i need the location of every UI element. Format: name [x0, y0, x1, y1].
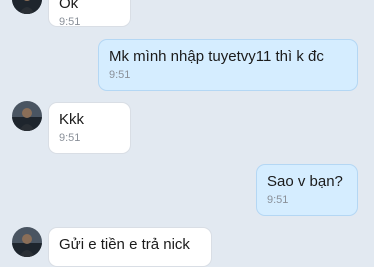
message-time: 9:51 — [109, 69, 131, 81]
contact-avatar-icon — [12, 0, 42, 14]
message-text: Sao v bạn? — [267, 173, 343, 190]
contact-avatar[interactable] — [12, 0, 42, 14]
message-bubble[interactable]: Gửi e tiền e trả nick — [48, 227, 212, 267]
message-time: 9:51 — [59, 132, 81, 144]
contact-avatar[interactable] — [12, 101, 42, 131]
message-time: 9:51 — [267, 194, 289, 206]
message-time: 9:51 — [59, 16, 81, 28]
contact-avatar[interactable] — [12, 227, 42, 257]
message-bubble[interactable]: Mk mình nhập tuyetvy11 thì k đc 9:51 — [98, 39, 358, 91]
contact-avatar-icon — [12, 101, 42, 131]
message-text: Mk mình nhập tuyetvy11 thì k đc — [109, 48, 324, 65]
message-text: Ok — [59, 0, 79, 12]
message-bubble[interactable]: Kkk 9:51 — [48, 102, 131, 154]
contact-avatar-icon — [12, 227, 42, 257]
message-text: Gửi e tiền e trả nick — [59, 236, 190, 253]
message-bubble[interactable]: Sao v bạn? 9:51 — [256, 164, 358, 216]
message-bubble[interactable]: Ok 9:51 — [48, 0, 131, 28]
message-text: Kkk — [59, 111, 85, 128]
